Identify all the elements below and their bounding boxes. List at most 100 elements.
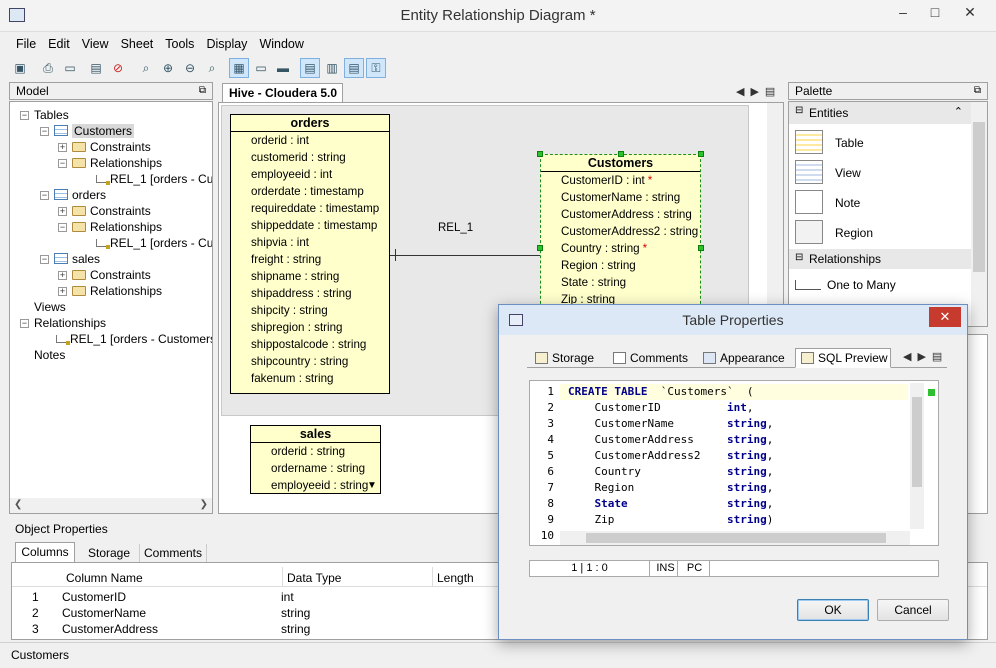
attribute-row[interactable]: employeeid : string (251, 477, 380, 494)
restore-icon[interactable]: ⧉ (199, 83, 206, 99)
display-grid-icon[interactable]: ▥ (322, 58, 342, 78)
ok-button[interactable]: OK (797, 599, 869, 621)
palette-group-relationships[interactable]: ⊟ Relationships (789, 249, 971, 269)
col-header-type[interactable]: Data Type (287, 571, 341, 585)
collapse-icon[interactable]: − (40, 191, 49, 200)
tree-item-rel[interactable]: REL_1 [orders - Customers] (56, 331, 212, 347)
tree-item-rel[interactable]: REL_1 [orders - Cust (96, 235, 212, 251)
tab-diagram[interactable]: Hive - Cloudera 5.0 (222, 83, 343, 103)
attribute-row[interactable]: CustomerID : int * (541, 172, 700, 189)
save-icon[interactable]: ▣ (10, 58, 30, 78)
menu-sheet[interactable]: Sheet (115, 33, 160, 55)
attribute-row[interactable]: ordername : string (251, 460, 380, 477)
palette-scrollbar[interactable] (971, 102, 987, 326)
resize-handle[interactable] (698, 245, 704, 251)
attribute-row[interactable]: customerid : string (231, 149, 389, 166)
resize-handle[interactable] (537, 151, 543, 157)
close-icon[interactable]: ✕ (955, 0, 985, 26)
expand-icon[interactable]: + (58, 271, 67, 280)
code-horizontal-scrollbar[interactable] (560, 531, 910, 545)
cancel-button[interactable]: Cancel (877, 599, 949, 621)
resize-handle[interactable] (618, 151, 624, 157)
menu-window[interactable]: Window (253, 33, 309, 55)
print-icon[interactable]: ⎙ (38, 58, 58, 78)
attribute-row[interactable]: freight : string (231, 251, 389, 268)
tab-comments[interactable]: Comments (607, 348, 691, 368)
attribute-row[interactable]: shippostalcode : string (231, 336, 389, 353)
tab-storage[interactable]: Storage (81, 544, 137, 562)
tab-appearance[interactable]: Appearance (697, 348, 789, 368)
dialog-close-button[interactable]: ✕ (929, 307, 961, 327)
tree-item-orders[interactable]: orders (54, 187, 106, 203)
view-name-icon[interactable]: ▬ (273, 58, 293, 78)
code-vertical-scrollbar[interactable] (910, 383, 924, 529)
attribute-row[interactable]: shipcountry : string (231, 353, 389, 370)
entity-sales[interactable]: sales orderid : string ordername : string… (250, 425, 381, 494)
palette-item-view[interactable]: View (795, 160, 965, 190)
menu-edit[interactable]: Edit (42, 33, 76, 55)
tree-item-customers[interactable]: Customers (54, 123, 135, 139)
collapse-icon[interactable]: − (40, 127, 49, 136)
tree-item-relationships[interactable]: Relationships (72, 155, 162, 171)
attribute-row[interactable]: Country : string * (541, 240, 700, 257)
display-columns-icon[interactable]: ▤ (344, 58, 364, 78)
attribute-row[interactable]: shipregion : string (231, 319, 389, 336)
col-header-name[interactable]: Column Name (66, 571, 143, 585)
minimize-icon[interactable]: – (888, 0, 918, 26)
attribute-row[interactable]: CustomerAddress : string (541, 206, 700, 223)
attribute-row[interactable]: State : string (541, 274, 700, 291)
tree-item-relationships-root[interactable]: Relationships (34, 315, 106, 331)
zoom-out-icon[interactable]: ⊖ (180, 58, 200, 78)
tree-item-relationships[interactable]: Relationships (72, 283, 162, 299)
dialog-tab-nav-icons[interactable]: ◀▶▤ (903, 350, 948, 363)
attribute-row[interactable]: fakenum : string (231, 370, 389, 387)
col-header-length[interactable]: Length (437, 571, 474, 585)
attribute-row[interactable]: Region : string (541, 257, 700, 274)
menu-display[interactable]: Display (200, 33, 253, 55)
view-full-icon[interactable]: ▦ (229, 58, 249, 78)
attribute-row[interactable]: shipaddress : string (231, 285, 389, 302)
tree-item-views[interactable]: Views (34, 299, 66, 315)
tree-item-constraints[interactable]: Constraints (72, 203, 151, 219)
attribute-row[interactable]: shippeddate : timestamp (231, 217, 389, 234)
attribute-row[interactable]: employeeid : int (231, 166, 389, 183)
attribute-row[interactable]: shipvia : int (231, 234, 389, 251)
attribute-row[interactable]: orderid : string (251, 443, 380, 460)
zoom-in-icon[interactable]: ⊕ (158, 58, 178, 78)
palette-group-entities[interactable]: ⊟ Entities ⌃ (789, 102, 971, 124)
tree-item-sales[interactable]: sales (54, 251, 100, 267)
collapse-icon[interactable]: − (20, 111, 29, 120)
palette-item-table[interactable]: Table (795, 130, 965, 160)
attribute-row[interactable]: orderdate : timestamp (231, 183, 389, 200)
display-table-icon[interactable]: ▤ (300, 58, 320, 78)
menu-view[interactable]: View (76, 33, 115, 55)
tree-item-notes[interactable]: Notes (34, 347, 65, 363)
expand-icon[interactable]: + (58, 143, 67, 152)
attribute-row[interactable]: shipname : string (231, 268, 389, 285)
tab-nav-icons[interactable]: ◀▶▤ (736, 85, 781, 98)
collapse-icon[interactable]: − (58, 159, 67, 168)
zoom-actual-icon[interactable]: ⌕ (202, 58, 222, 78)
view-keys-icon[interactable]: ▭ (251, 58, 271, 78)
delete-icon[interactable]: ⊘ (108, 58, 128, 78)
entity-customers[interactable]: Customers CustomerID : int * CustomerName … (540, 154, 701, 314)
relationship-line[interactable] (390, 255, 540, 256)
attribute-row[interactable]: orderid : int (231, 132, 389, 149)
more-attributes-icon[interactable]: ▼ (367, 480, 377, 491)
zoom-fit-icon[interactable]: ⌕ (136, 58, 156, 78)
restore-icon[interactable]: ⧉ (974, 83, 981, 99)
menu-file[interactable]: File (10, 33, 42, 55)
attribute-row[interactable]: CustomerAddress2 : string (541, 223, 700, 240)
sql-code-editor[interactable]: 1 CREATE TABLE `Customers` (2 CustomerID … (529, 380, 939, 546)
attribute-row[interactable]: CustomerName : string (541, 189, 700, 206)
tab-storage[interactable]: Storage (529, 348, 601, 368)
attribute-row[interactable]: shipcity : string (231, 302, 389, 319)
menu-tools[interactable]: Tools (159, 33, 200, 55)
tree-item-constraints[interactable]: Constraints (72, 139, 151, 155)
tree-item-tables[interactable]: Tables (34, 107, 69, 123)
entity-orders[interactable]: orders orderid : int customerid : string e… (230, 114, 390, 394)
tree-item-relationships[interactable]: Relationships (72, 219, 162, 235)
maximize-icon[interactable]: □ (920, 0, 950, 26)
add-table-icon[interactable]: ▤ (86, 58, 106, 78)
collapse-icon[interactable]: − (40, 255, 49, 264)
